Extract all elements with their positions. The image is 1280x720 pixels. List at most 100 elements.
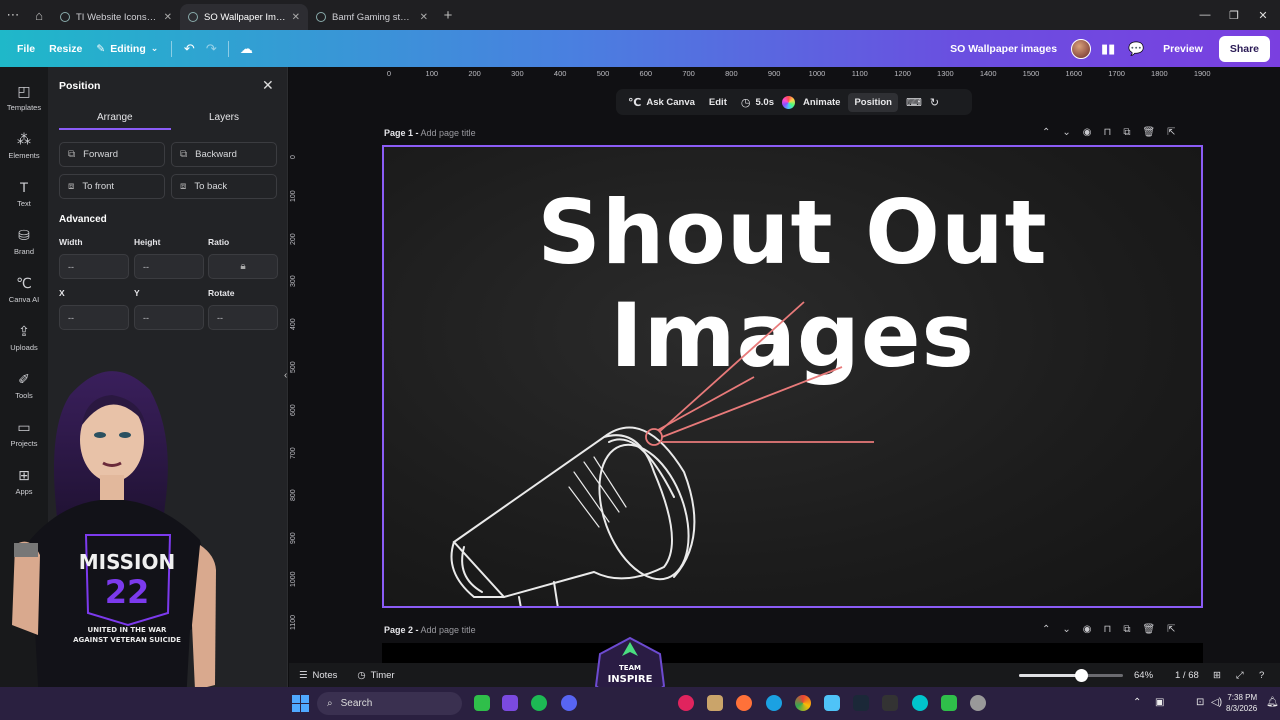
comment-icon[interactable]: 💬 <box>1125 38 1147 60</box>
sidebar-item-elements[interactable]: ⁂ Elements <box>0 131 48 160</box>
taskbar-clock[interactable]: 7:38 PM 8/3/2026 <box>1226 692 1257 714</box>
edge-icon[interactable] <box>766 695 782 711</box>
insights-chart-icon[interactable]: ▮▮ <box>1097 38 1119 60</box>
tab-layers[interactable]: Layers <box>209 112 239 123</box>
ratio-lock-button[interactable]: 🔒︎ <box>208 254 278 279</box>
maximize-button[interactable]: ❐ <box>1219 0 1249 30</box>
zoom-slider[interactable] <box>1019 669 1123 682</box>
page-2-title[interactable]: Page 2 - Add page title <box>384 625 476 635</box>
terminal-icon[interactable] <box>882 695 898 711</box>
close-tab-icon[interactable]: ✕ <box>420 12 428 23</box>
design-page-1[interactable]: Shout Out Images <box>382 145 1203 608</box>
add-page-icon[interactable]: ⇱ <box>1167 127 1175 138</box>
undo-icon[interactable]: ↶ <box>178 38 200 60</box>
lock-icon[interactable]: ⊓ <box>1104 127 1112 138</box>
taskbar-search[interactable]: ⌕ Search <box>317 692 462 715</box>
to-front-button[interactable]: ⧈ To front <box>59 174 165 199</box>
page-1-title[interactable]: Page 1 - Add page title <box>384 128 476 138</box>
timer-button[interactable]: ◷ Timer <box>347 670 404 681</box>
lock-icon[interactable]: ⊓ <box>1104 624 1112 635</box>
rotate-field[interactable]: -- <box>208 305 278 330</box>
color-picker-icon[interactable] <box>781 95 795 109</box>
app-icon[interactable] <box>678 695 694 711</box>
add-page-icon[interactable]: ⇱ <box>1167 624 1175 635</box>
app-icon[interactable] <box>502 695 518 711</box>
chevron-up-icon[interactable]: ⌃ <box>1042 624 1050 635</box>
edit-button[interactable]: Edit <box>703 93 733 112</box>
notification-bell-icon[interactable]: 🔔︎ <box>1266 697 1279 708</box>
duration-button[interactable]: ◷ 5.0s <box>735 92 780 113</box>
chrome-icon[interactable] <box>795 695 811 711</box>
file-menu[interactable]: File <box>10 43 42 55</box>
paint-format-icon[interactable]: ⌨ <box>900 96 928 109</box>
forward-button[interactable]: ⧉ Forward <box>59 142 165 167</box>
animate-button[interactable]: Animate <box>797 93 846 112</box>
hide-eye-icon[interactable]: ◉ <box>1083 127 1092 138</box>
share-button[interactable]: Share <box>1218 35 1270 62</box>
duplicate-icon[interactable]: ⧉ <box>1123 624 1130 635</box>
spotify-icon[interactable] <box>531 695 547 711</box>
browser-tab[interactable]: TI Website Icons - ... ✕ <box>52 4 180 30</box>
workspaces-icon[interactable]: ⌂ <box>26 0 52 30</box>
sidebar-item-templates[interactable]: ◰ Templates <box>0 83 48 112</box>
browser-tab-active[interactable]: SO Wallpaper Imag... ✕ <box>180 4 308 30</box>
discord-icon[interactable] <box>561 695 577 711</box>
sidebar-item-brand[interactable]: ⛁ Brand <box>0 227 48 256</box>
chevron-down-icon[interactable]: ⌄ <box>1062 127 1070 138</box>
collapse-panel-chevron-icon[interactable]: ‹ <box>284 370 287 381</box>
browser-tab[interactable]: Bamf Gaming stuff ... ✕ <box>308 4 436 30</box>
close-icon[interactable]: ✕ <box>262 77 274 94</box>
notepad-icon[interactable] <box>824 695 840 711</box>
project-title[interactable]: SO Wallpaper images <box>950 43 1057 55</box>
settings-gear-icon[interactable] <box>970 695 986 711</box>
new-tab-button[interactable]: + <box>436 7 460 24</box>
height-field[interactable]: -- <box>134 254 204 279</box>
chevron-up-icon[interactable]: ⌃ <box>1042 127 1050 138</box>
cloud-save-icon[interactable]: ☁ <box>235 38 257 60</box>
close-tab-icon[interactable]: ✕ <box>164 12 172 23</box>
y-field[interactable]: -- <box>134 305 204 330</box>
ask-canva-button[interactable]: ℃ Ask Canva <box>622 92 701 113</box>
sidebar-item-text[interactable]: T Text <box>0 179 48 208</box>
tab-arrange[interactable]: Arrange <box>97 112 133 123</box>
minimize-button[interactable]: — <box>1190 0 1220 30</box>
refresh-icon[interactable]: ↻ <box>930 96 939 109</box>
app-icon[interactable] <box>474 695 490 711</box>
windows-start-icon[interactable] <box>292 695 309 712</box>
chevron-down-icon[interactable]: ⌄ <box>1062 624 1070 635</box>
app-icon[interactable] <box>941 695 957 711</box>
hide-eye-icon[interactable]: ◉ <box>1083 624 1092 635</box>
close-tab-icon[interactable]: ✕ <box>292 12 300 23</box>
window-close-button[interactable]: ✕ <box>1248 0 1278 30</box>
steam-icon[interactable] <box>853 695 869 711</box>
zoom-level[interactable]: 64% <box>1134 670 1153 681</box>
preview-button[interactable]: Preview <box>1153 37 1213 61</box>
app-icon[interactable] <box>707 695 723 711</box>
tray-chevron-icon[interactable]: ⌃ <box>1133 697 1141 708</box>
to-back-button[interactable]: ⧈ To back <box>171 174 277 199</box>
resize-button[interactable]: Resize <box>42 43 89 55</box>
firefox-icon[interactable] <box>736 695 752 711</box>
notes-button[interactable]: ☰ Notes <box>289 670 347 681</box>
x-field[interactable]: -- <box>59 305 129 330</box>
redo-icon[interactable]: ↷ <box>200 38 222 60</box>
trash-icon[interactable]: 🗑︎ <box>1142 624 1155 635</box>
backward-button[interactable]: ⧉ Backward <box>171 142 277 167</box>
position-button[interactable]: Position <box>848 92 898 112</box>
canva-icon[interactable] <box>912 695 928 711</box>
volume-icon[interactable]: ◁) <box>1211 697 1222 708</box>
grid-view-icon[interactable]: ⊞ <box>1213 670 1221 681</box>
fullscreen-icon[interactable]: ⤢ <box>1236 670 1244 681</box>
page-counter[interactable]: 1 / 68 <box>1175 670 1199 681</box>
duplicate-icon[interactable]: ⧉ <box>1123 127 1130 138</box>
help-icon[interactable]: ? <box>1259 670 1264 681</box>
tab-menu-icon[interactable]: ⋯ <box>0 0 26 30</box>
sidebar-item-canva-ai[interactable]: ℃ Canva AI <box>0 275 48 304</box>
zoom-slider-handle[interactable] <box>1075 669 1089 682</box>
tray-app-icon[interactable]: ▣ <box>1155 697 1164 708</box>
avatar[interactable] <box>1071 38 1092 59</box>
width-field[interactable]: -- <box>59 254 129 279</box>
editing-mode-button[interactable]: ✎ Editing ⌄ <box>89 43 165 55</box>
trash-icon[interactable]: 🗑︎ <box>1142 127 1155 138</box>
canvas-workspace[interactable]: 0 100 200 300 400 500 600 700 800 900 1000 1100 1200… <box>284 67 1280 687</box>
